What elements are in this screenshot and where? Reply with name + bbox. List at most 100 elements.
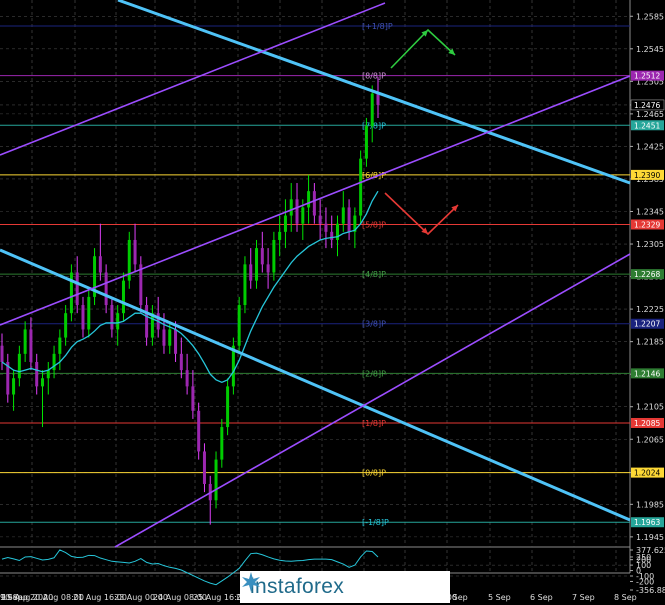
price-tick-label: 1.2585 — [636, 12, 664, 21]
candle-body — [347, 207, 351, 232]
candle-body — [318, 215, 322, 224]
candle-body — [283, 215, 287, 232]
candle-body — [29, 329, 33, 362]
time-tick-label: 5 Sep — [488, 593, 511, 602]
candle — [266, 248, 270, 289]
candle — [6, 353, 10, 403]
candle — [40, 370, 44, 428]
price-tick-label: 1.1985 — [636, 500, 664, 509]
candle — [283, 199, 287, 249]
candle — [347, 199, 351, 240]
candle-body — [243, 264, 247, 306]
candle-body — [104, 272, 108, 306]
candle — [58, 329, 62, 371]
candle-body — [266, 264, 270, 273]
candle — [179, 337, 183, 379]
candle — [226, 378, 230, 436]
candle-body — [191, 386, 195, 411]
candle-body — [52, 353, 56, 371]
candle-body — [301, 207, 305, 224]
murrey-price-badge-text: 1.2207 — [634, 320, 660, 329]
candle-body — [110, 305, 114, 330]
candle-body — [81, 305, 85, 330]
candle-body — [185, 370, 189, 387]
candle — [139, 256, 143, 314]
murrey-level-label: [4/8]P — [362, 270, 386, 279]
candle — [150, 305, 154, 346]
candle — [220, 418, 224, 468]
candle-body — [179, 353, 183, 371]
instaforex-logo-mark-icon — [242, 572, 260, 592]
candle-body — [174, 329, 178, 354]
candle-body — [116, 313, 120, 330]
candle-body — [214, 459, 218, 501]
candle — [35, 353, 39, 395]
candle-body — [40, 378, 44, 387]
time-tick-label: 6 Sep — [530, 593, 553, 602]
murrey-price-badge-text: 1.2085 — [634, 419, 660, 428]
murrey-price-badge-text: 1.2329 — [634, 221, 660, 230]
candle — [359, 150, 363, 224]
candle-body — [289, 199, 293, 216]
candle — [64, 305, 68, 346]
chart-root: 1.25851.25451.25051.24761.24651.24251.23… — [0, 0, 665, 605]
candle-body — [278, 231, 282, 240]
candle — [127, 231, 131, 289]
candle-body — [307, 191, 311, 208]
candle — [278, 215, 282, 257]
price-tick-label: 1.2185 — [636, 338, 664, 347]
candle — [260, 231, 264, 273]
candle-body — [336, 223, 340, 240]
candle-body — [12, 378, 16, 395]
murrey-level-label: [-1/8]P — [362, 518, 389, 527]
candle-body — [75, 272, 79, 306]
murrey-level-label: [3/8]P — [362, 320, 386, 329]
candle-body — [64, 313, 68, 338]
candle — [249, 248, 253, 289]
candle — [98, 223, 102, 281]
osc-tick-label: -356.8854 — [636, 586, 665, 595]
candle — [376, 77, 380, 118]
murrey-level-label: [6/8]P — [362, 171, 386, 180]
candle — [312, 183, 316, 224]
candle-body — [359, 158, 363, 216]
candle-body — [249, 264, 253, 281]
murrey-level-label: [0/8]P — [362, 469, 386, 478]
candle-body — [255, 248, 259, 281]
candle-body — [168, 329, 172, 346]
price-tick-label: 1.2545 — [636, 45, 664, 54]
candle — [214, 451, 218, 509]
murrey-level-label: [+1/8]P — [362, 22, 393, 31]
candle-body — [237, 305, 241, 346]
murrey-price-badge-text: 1.1963 — [634, 518, 660, 527]
candle — [202, 443, 206, 493]
current-price-text: 1.2476 — [634, 101, 660, 110]
candle — [0, 333, 4, 371]
murrey-price-badge-text: 1.2451 — [634, 121, 660, 130]
candle-body — [202, 451, 206, 484]
candle — [243, 256, 247, 314]
candle — [121, 272, 125, 322]
candle-body — [330, 231, 334, 240]
candle — [12, 370, 16, 411]
trendline-lower — [0, 248, 631, 522]
candle-body — [58, 337, 62, 354]
time-tick-label: 7 Sep — [572, 593, 595, 602]
candle — [116, 305, 120, 346]
murrey-level-label: [2/8]P — [362, 369, 386, 378]
candle — [237, 296, 241, 354]
candle-body — [35, 361, 39, 387]
candle-body — [197, 410, 201, 452]
candle — [272, 231, 276, 281]
candle — [93, 248, 97, 306]
channel-line-middle — [0, 75, 631, 326]
candle-body — [133, 239, 137, 265]
time-tick-label: 10 Sep — [0, 593, 28, 602]
candle-body — [295, 199, 299, 224]
candle — [208, 475, 212, 525]
candle — [307, 174, 311, 224]
candle — [69, 264, 73, 322]
price-tick-label: 1.2305 — [636, 240, 664, 249]
murrey-level-label: [8/8]P — [362, 72, 386, 81]
candle — [17, 345, 21, 387]
